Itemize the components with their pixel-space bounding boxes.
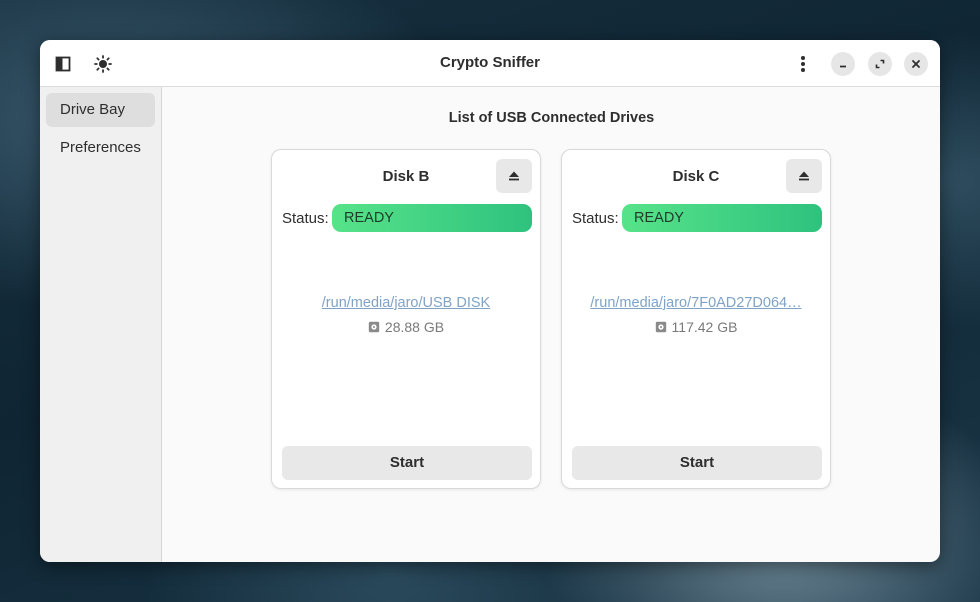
drive-size: 28.88 GB bbox=[272, 319, 540, 335]
close-icon bbox=[912, 60, 920, 68]
drive-size-value: 117.42 GB bbox=[671, 319, 738, 335]
status-label: Status: bbox=[572, 210, 619, 227]
start-button[interactable]: Start bbox=[282, 446, 532, 480]
status-badge: READY bbox=[332, 204, 532, 232]
disk-icon bbox=[368, 321, 380, 333]
status-badge: READY bbox=[622, 204, 822, 232]
sidebar-item-preferences[interactable]: Preferences bbox=[46, 131, 155, 165]
eject-icon bbox=[509, 171, 519, 181]
sidebar-item-drive-bay[interactable]: Drive Bay bbox=[46, 93, 155, 127]
eject-icon bbox=[799, 171, 809, 181]
maximize-button[interactable] bbox=[868, 52, 892, 76]
maximize-icon bbox=[875, 59, 885, 69]
drive-size-value: 28.88 GB bbox=[384, 319, 445, 335]
status-label: Status: bbox=[282, 210, 329, 227]
sidebar: Drive Bay Preferences bbox=[40, 87, 162, 562]
app-window: Crypto Sniffer Drive Bay Preferences Lis… bbox=[40, 40, 940, 562]
header-bar: Crypto Sniffer bbox=[40, 40, 940, 87]
vertical-dots-icon[interactable] bbox=[790, 51, 816, 77]
drive-card: Disk B Status: READY /run/media/jaro/USB… bbox=[271, 149, 541, 489]
mount-path-link[interactable]: /run/media/jaro/7F0AD27D064… bbox=[572, 295, 820, 311]
drive-size: 117.42 GB bbox=[562, 319, 830, 335]
mount-path-link[interactable]: /run/media/jaro/USB DISK bbox=[282, 295, 530, 311]
page-title: List of USB Connected Drives bbox=[448, 110, 655, 126]
close-button[interactable] bbox=[904, 52, 928, 76]
minimize-icon bbox=[840, 65, 846, 68]
drive-card: Disk C Status: READY /run/media/jaro/7F0… bbox=[561, 149, 831, 489]
eject-button[interactable] bbox=[496, 159, 532, 193]
eject-button[interactable] bbox=[786, 159, 822, 193]
disk-icon bbox=[655, 321, 666, 333]
start-button[interactable]: Start bbox=[572, 446, 822, 480]
minimize-button[interactable] bbox=[831, 52, 855, 76]
